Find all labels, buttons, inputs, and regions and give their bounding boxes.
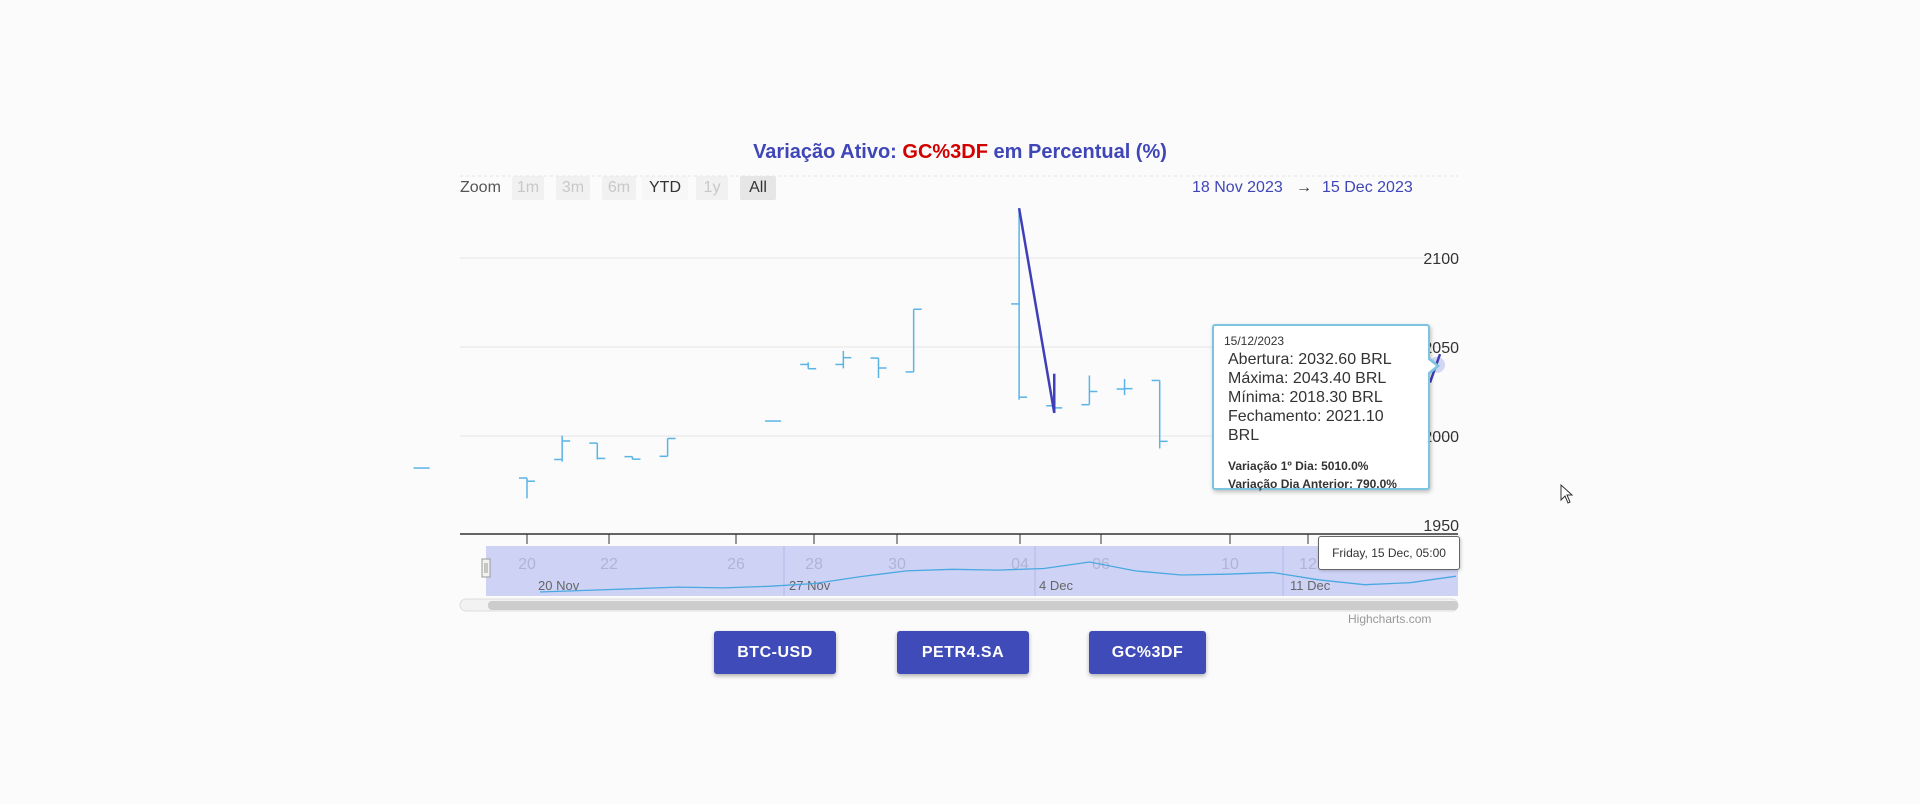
ohlc-bar <box>589 442 606 460</box>
ohlc-bar <box>1116 379 1133 396</box>
tooltip-date: 15/12/2023 <box>1224 334 1285 348</box>
asset-button-gc3df[interactable]: GC%3DF <box>1089 631 1206 674</box>
tooltip: 15/12/2023 Abertura: 2032.60 BRL Máxima:… <box>1212 324 1430 491</box>
ohlc-bar <box>659 437 676 458</box>
scrollbar-thumb <box>488 601 1458 610</box>
ohlc-bar <box>554 435 571 462</box>
navigator-label: 4 Dec <box>1039 578 1073 593</box>
navigator-label: 27 Nov <box>789 578 831 593</box>
ohlc-bar <box>800 362 817 370</box>
ohlc-bar <box>870 357 887 378</box>
ohlc-bar <box>624 455 641 460</box>
ohlc-bar <box>519 477 535 499</box>
tooltip-pointer-inner <box>1426 358 1436 374</box>
navigator-handle-left-box <box>481 558 491 578</box>
asset-button-btc-usd[interactable]: BTC-USD <box>714 631 836 674</box>
y-tick-label: 2100 <box>1423 251 1459 268</box>
asset-button-petr4[interactable]: PETR4.SA <box>897 631 1029 674</box>
tooltip-high: Máxima: 2043.40 BRL <box>1228 370 1387 387</box>
tooltip-open: Abertura: 2032.60 BRL <box>1228 351 1392 368</box>
y-tick-label: 1950 <box>1423 518 1459 535</box>
tooltip-low: Mínima: 2018.30 BRL <box>1228 389 1383 406</box>
navigator-handle-left <box>481 558 491 578</box>
chart-svg: 2100205020001950 202226283004061012 20 N… <box>413 175 1459 612</box>
tooltip-close: Fechamento: 2021.10 BRL <box>1228 408 1384 444</box>
tooltip-var-first: Variação 1º Dia: 5010.0% <box>1228 459 1369 473</box>
ohlc-bar <box>1081 375 1098 406</box>
tooltip-var-prev: Variação Dia Anterior: 790.0% <box>1228 477 1397 491</box>
navigator: 20 Nov 27 Nov 4 Dec 11 Dec <box>459 546 1459 612</box>
ohlc-bar <box>905 308 922 373</box>
crosshair-date-label: Friday, 15 Dec, 05:00 <box>1318 536 1460 570</box>
ohlc-bar <box>1151 379 1168 449</box>
credits-link[interactable]: Highcharts.com <box>1348 612 1431 626</box>
mouse-cursor-icon <box>1560 484 1574 504</box>
ohlc-bar <box>835 350 852 369</box>
highlight-line <box>1017 207 1056 414</box>
